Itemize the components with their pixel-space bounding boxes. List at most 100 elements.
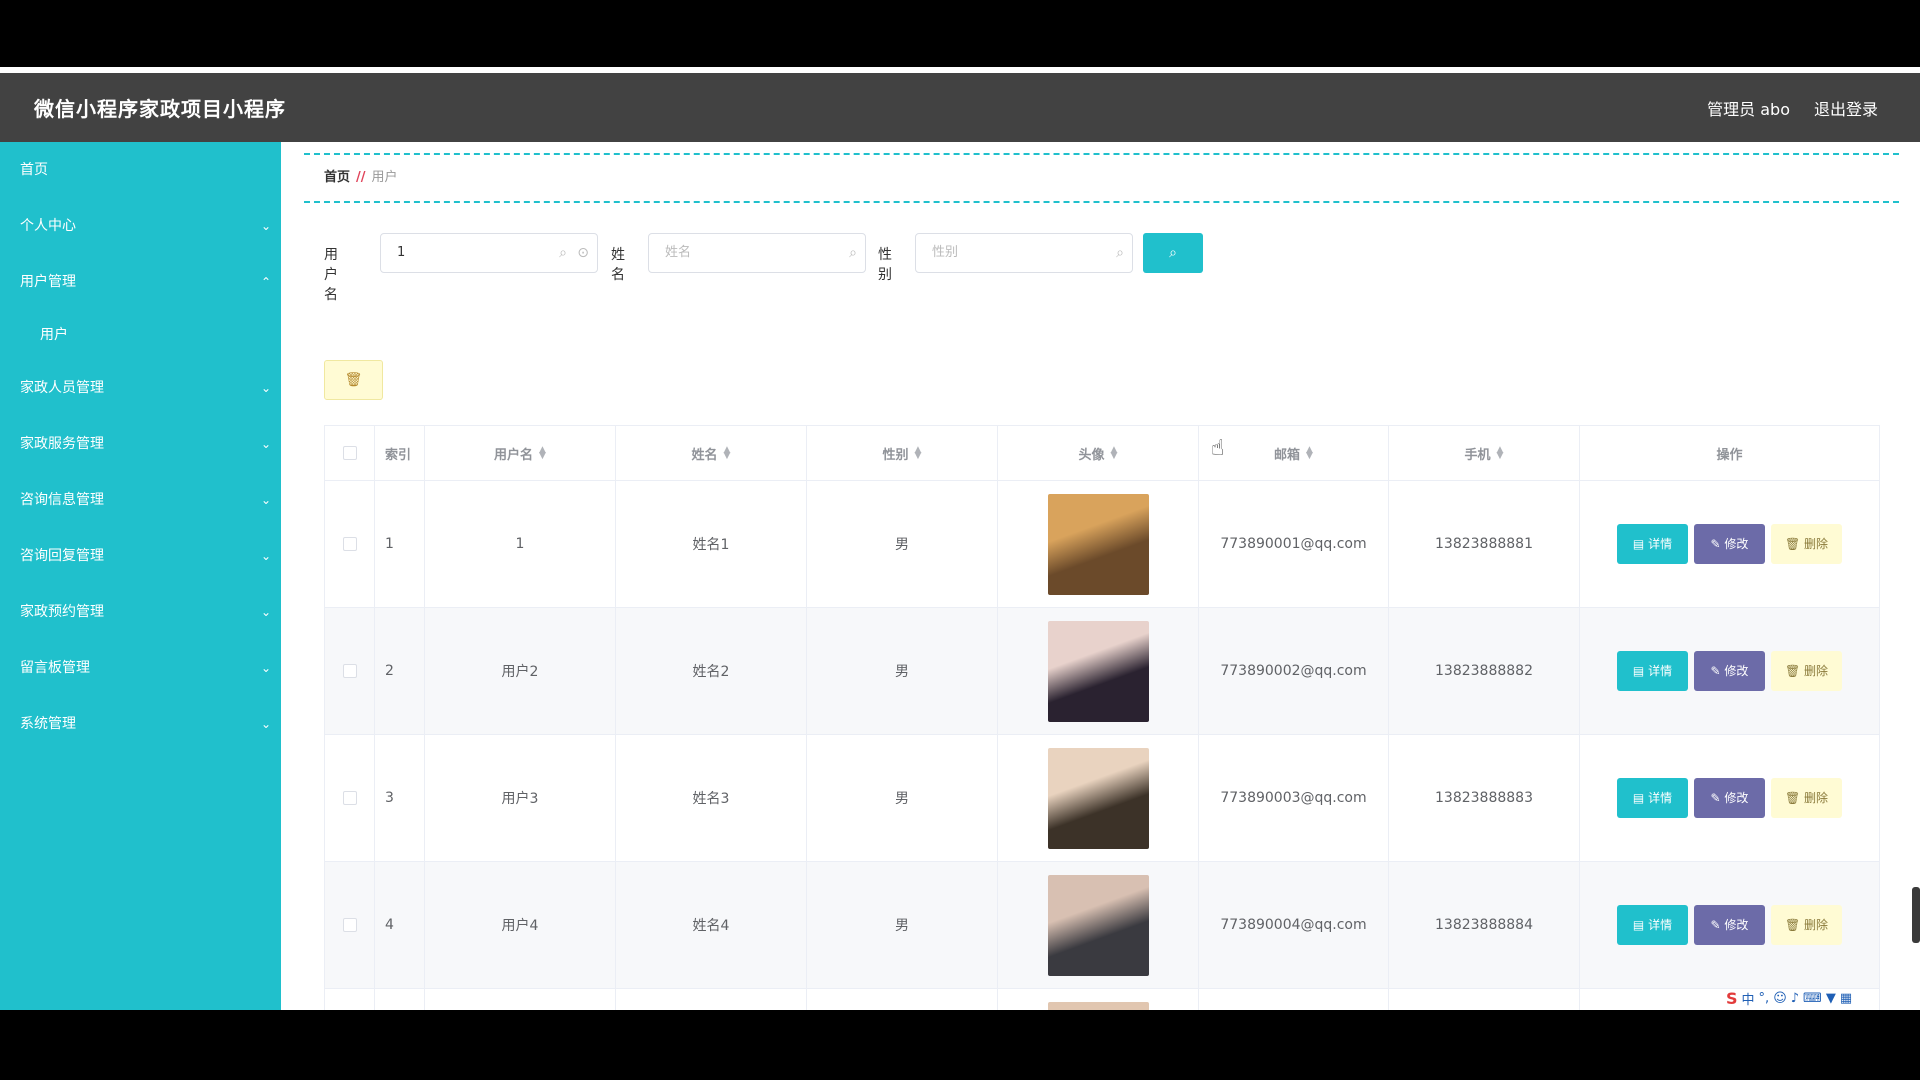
sort-icon[interactable]: ▲ ▼	[1111, 446, 1118, 461]
avatar-cell	[998, 989, 1199, 1010]
row-gender: 男	[895, 918, 909, 934]
search-icon: ⌕	[1116, 245, 1124, 261]
row-phone: 13823888884	[1435, 917, 1533, 933]
select-cell	[325, 608, 375, 734]
delete-label: 删除	[1804, 918, 1829, 932]
scrollbar-thumb[interactable]	[1912, 887, 1920, 943]
sort-icon[interactable]: ▲ ▼	[724, 446, 731, 461]
sort-icon[interactable]: ▲ ▼	[1497, 446, 1504, 461]
avatar[interactable]	[1047, 1001, 1149, 1010]
select-cell	[325, 481, 375, 607]
avatar-cell	[998, 608, 1199, 734]
punctuation-icon: °,	[1758, 990, 1770, 1006]
index-cell: 3	[375, 735, 425, 861]
row-checkbox[interactable]	[342, 664, 357, 678]
table-header-row: 索引 用户名 ▲ ▼ 姓名 ▲ ▼ 性别 ▲ ▼ 头像 ▲ ▼ 邮箱 ▲ ▼ 手机 ▲ ▼ 操作	[324, 426, 1880, 481]
trash-icon: 🗑	[1784, 918, 1805, 932]
avatar[interactable]	[1047, 620, 1149, 722]
detail-label: 详情	[1648, 791, 1673, 805]
trash-icon: 🗑	[1784, 537, 1805, 551]
sidebar-item-booking[interactable]: 家政预约管理 ⌄	[0, 584, 281, 640]
delete-button[interactable]: 🗑 删除	[1771, 905, 1842, 945]
delete-label: 删除	[1804, 664, 1829, 678]
avatar[interactable]	[1047, 874, 1149, 976]
gender-label: 性别	[878, 247, 892, 283]
sidebar-item-message-board[interactable]: 留言板管理 ⌄	[0, 640, 281, 696]
breadcrumb-home[interactable]: 首页	[324, 170, 350, 185]
pencil-icon: ✎	[1710, 664, 1725, 678]
header-actions: 操作	[1580, 426, 1880, 480]
header-avatar[interactable]: 头像 ▲ ▼	[998, 426, 1199, 480]
gender-cell: 男	[807, 989, 998, 1010]
name-input[interactable]: 姓名 ⌕	[648, 233, 866, 273]
document-icon: ▤	[1632, 791, 1649, 805]
email-cell: 773890004@qq.com	[1199, 862, 1389, 988]
shirt-icon: ▼	[1825, 990, 1836, 1006]
main-content: 首页//用户 用户名 1 ⌕ ⊙ 姓名 姓名 ⌕ 性别 性别 ⌕ ⌕ 🗑 索引 …	[281, 142, 1920, 1010]
ime-toolbar[interactable]: S 中 °, ☺ ♪ ⌨ ▼ ▦	[1720, 986, 1920, 1010]
sidebar-item-consult-info[interactable]: 咨询信息管理 ⌄	[0, 472, 281, 528]
detail-button[interactable]: ▤ 详情	[1617, 905, 1688, 945]
keyboard-icon: ⌨	[1803, 990, 1822, 1006]
select-all-checkbox[interactable]	[342, 446, 357, 460]
sidebar-item-home[interactable]: 首页	[0, 142, 281, 198]
logout-link[interactable]: 退出登录	[1814, 96, 1878, 120]
header-name[interactable]: 姓名 ▲ ▼	[616, 426, 807, 480]
edit-button[interactable]: ✎ 修改	[1694, 651, 1765, 691]
sort-icon[interactable]: ▲ ▼	[1306, 446, 1313, 461]
sort-icon[interactable]: ▲ ▼	[915, 446, 922, 461]
edit-button[interactable]: ✎ 修改	[1694, 778, 1765, 818]
clear-icon[interactable]: ⊙	[577, 234, 589, 272]
search-icon: ⌕	[559, 245, 567, 261]
table-body: 1 1 姓名1 男 773890001@qq.com 13823888881 ▤ 详情 ✎ 修…	[324, 481, 1880, 1010]
name-placeholder: 姓名	[665, 245, 692, 260]
header-label: 索引	[385, 447, 412, 463]
sidebar-item-profile[interactable]: 个人中心 ⌄	[0, 198, 281, 254]
delete-button[interactable]: 🗑 删除	[1771, 651, 1842, 691]
detail-button[interactable]: ▤ 详情	[1617, 524, 1688, 564]
header-index: 索引	[375, 426, 425, 480]
edit-button[interactable]: ✎ 修改	[1694, 905, 1765, 945]
chevron-down-icon: ⌄	[260, 219, 271, 233]
sidebar-subitem-user[interactable]: 用户	[0, 310, 281, 360]
table-row: 3 用户3 姓名3 男 773890003@qq.com 13823888883 ▤ 详情 ✎…	[324, 735, 1880, 862]
table-row: 5用户5姓名5男773890005@qq.com13823888885▤ 详情✎…	[324, 989, 1880, 1010]
detail-button[interactable]: ▤ 详情	[1617, 651, 1688, 691]
gender-cell: 男	[807, 608, 998, 734]
delete-button[interactable]: 🗑 删除	[1771, 524, 1842, 564]
header-label: 用户名	[494, 447, 534, 463]
sidebar-item-service[interactable]: 家政服务管理 ⌄	[0, 416, 281, 472]
header-phone[interactable]: 手机 ▲ ▼	[1389, 426, 1580, 480]
sidebar-item-label: 系统管理	[20, 716, 76, 732]
row-gender: 男	[895, 664, 909, 680]
username-input[interactable]: 1 ⌕ ⊙	[380, 233, 598, 273]
delete-button[interactable]: 🗑 删除	[1771, 778, 1842, 818]
header-label: 邮箱	[1274, 447, 1301, 463]
edit-button[interactable]: ✎ 修改	[1694, 524, 1765, 564]
avatar[interactable]	[1047, 747, 1149, 849]
sidebar-item-consult-reply[interactable]: 咨询回复管理 ⌄	[0, 528, 281, 584]
row-phone: 13823888883	[1435, 790, 1533, 806]
row-checkbox[interactable]	[342, 791, 357, 805]
ime-mode: 中	[1741, 992, 1755, 1008]
ime-logo-icon: S	[1726, 988, 1738, 1008]
sidebar-item-user-management[interactable]: 用户管理 ⌃	[0, 254, 281, 310]
phone-cell: 13823888885	[1389, 989, 1580, 1010]
search-button[interactable]: ⌕	[1143, 233, 1203, 273]
sidebar-item-system[interactable]: 系统管理 ⌄	[0, 696, 281, 752]
header-username[interactable]: 用户名 ▲ ▼	[425, 426, 616, 480]
gender-input[interactable]: 性别 ⌕	[915, 233, 1133, 273]
chevron-down-icon: ⌄	[260, 661, 271, 675]
sidebar-item-staff[interactable]: 家政人员管理 ⌄	[0, 360, 281, 416]
detail-button[interactable]: ▤ 详情	[1617, 778, 1688, 818]
select-cell	[325, 735, 375, 861]
header-email[interactable]: 邮箱 ▲ ▼	[1199, 426, 1389, 480]
avatar[interactable]	[1047, 493, 1149, 595]
header-gender[interactable]: 性别 ▲ ▼	[807, 426, 998, 480]
batch-delete-button[interactable]: 🗑	[324, 360, 383, 400]
row-checkbox[interactable]	[342, 918, 357, 932]
row-checkbox[interactable]	[342, 537, 357, 551]
row-gender: 男	[895, 791, 909, 807]
sort-icon[interactable]: ▲ ▼	[539, 446, 546, 461]
chevron-down-icon: ⌄	[260, 605, 271, 619]
